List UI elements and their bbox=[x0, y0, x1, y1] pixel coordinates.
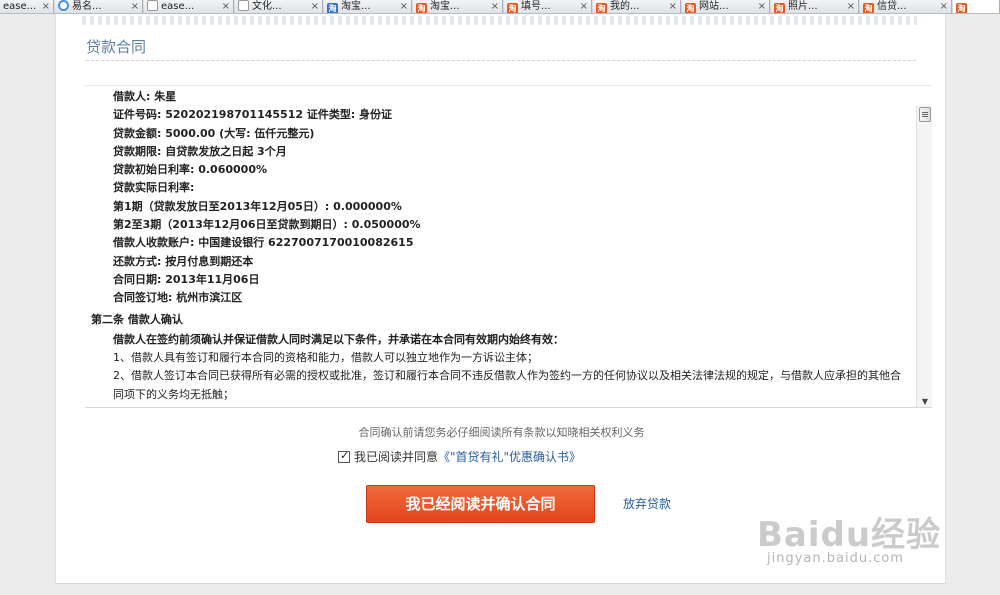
watermark-logo: Baidu经验 bbox=[757, 515, 942, 555]
tab-label: 易名... bbox=[72, 1, 102, 12]
watermark-url: jingyan.baidu.com bbox=[767, 551, 904, 566]
scroll-down-arrow-icon[interactable]: ▼ bbox=[920, 397, 930, 407]
browser-tab[interactable]: ease... × bbox=[144, 0, 234, 13]
browser-tab[interactable]: 淘信贷... × bbox=[860, 0, 952, 13]
site-favicon-icon bbox=[58, 0, 69, 11]
contract-line: 第1期（贷款发放日至2013年12月05日）: 0.000000% bbox=[113, 199, 402, 213]
scrollbar-thumb[interactable] bbox=[919, 107, 931, 122]
tab-close-icon[interactable]: × bbox=[42, 0, 50, 13]
taobao-favicon-icon: 淘 bbox=[863, 3, 874, 13]
tab-close-icon[interactable]: × bbox=[222, 0, 230, 13]
browser-tab[interactable]: 淘照片... × bbox=[771, 0, 859, 13]
agree-checkbox[interactable] bbox=[338, 449, 350, 463]
browser-tab[interactable]: 文化... × bbox=[235, 0, 323, 13]
document-icon bbox=[147, 0, 158, 11]
contract-text: 借款人: 朱星 证件号码: 520202198701145512 证件类型: 身… bbox=[91, 88, 906, 404]
confirm-contract-button[interactable]: 我已经阅读并确认合同 bbox=[366, 485, 595, 523]
browser-tab[interactable]: 易名... × bbox=[55, 0, 143, 13]
browser-tab[interactable]: 淘我的... × bbox=[593, 0, 681, 13]
taobao-favicon-icon: 淘 bbox=[416, 3, 427, 13]
browser-tab[interactable]: 淘淘宝... × bbox=[324, 0, 412, 13]
agree-label: 我已阅读并同意 bbox=[354, 450, 439, 464]
agreement-row: 我已阅读并同意《"首贷有礼"优惠确认书》 bbox=[338, 448, 581, 464]
tab-close-icon[interactable]: × bbox=[669, 0, 677, 13]
contract-scroll-box[interactable]: 借款人: 朱星 证件号码: 520202198701145512 证件类型: 身… bbox=[85, 85, 932, 408]
taobao-favicon-icon: 淘 bbox=[956, 3, 967, 13]
contract-line: 借款人: 朱星 bbox=[113, 90, 177, 103]
tab-label: ease... bbox=[161, 1, 195, 12]
contract-clause: 2、借款人签订本合同已获得所有必需的授权或批准，签订和履行本合同不违反借款人作为… bbox=[113, 369, 901, 401]
tab-close-icon[interactable]: × bbox=[940, 0, 948, 13]
page-title: 贷款合同 bbox=[86, 38, 147, 56]
tab-close-icon[interactable]: × bbox=[131, 0, 139, 13]
contract-line: 贷款实际日利率: bbox=[113, 181, 195, 195]
contract-line: 证件号码: 520202198701145512 证件类型: 身份证 bbox=[113, 108, 393, 122]
taobao-favicon-icon: 淘 bbox=[774, 3, 785, 13]
browser-tab[interactable]: 淘网站... × bbox=[682, 0, 770, 13]
contract-line: 贷款金额: 5000.00 (大写: 伍仟元整元) bbox=[113, 126, 315, 140]
abandon-loan-link[interactable]: 放弃贷款 bbox=[623, 495, 671, 512]
tab-label: ease... bbox=[3, 1, 37, 12]
contract-line: 贷款期限: 自贷款发放之日起 3个月 bbox=[113, 144, 287, 158]
divider bbox=[86, 60, 916, 61]
tab-label: 信贷... bbox=[877, 1, 907, 12]
browser-tab-active[interactable]: 淘 bbox=[953, 0, 1000, 13]
baidu-watermark: Baidu经验 jingyan.baidu.com bbox=[757, 485, 997, 585]
contract-line: 还款方式: 按月付息到期还本 bbox=[113, 254, 254, 268]
contract-clause: 1、借款人具有签订和履行本合同的资格和能力，借款人可以独立地作为一方诉讼主体； bbox=[113, 351, 538, 365]
tab-close-icon[interactable]: × bbox=[491, 0, 499, 13]
tab-close-icon[interactable]: × bbox=[758, 0, 766, 13]
agreement-link[interactable]: 《"首贷有礼"优惠确认书》 bbox=[438, 450, 581, 464]
tab-label: 淘宝... bbox=[341, 1, 371, 12]
browser-tab[interactable]: 淘淘宝... × bbox=[413, 0, 503, 13]
taobao-favicon-icon: 淘 bbox=[685, 3, 696, 13]
read-notice: 合同确认前请您务必仔细阅读所有条款以知晓相关权利义务 bbox=[358, 426, 645, 439]
contract-line: 合同日期: 2013年11月06日 bbox=[113, 272, 260, 286]
tab-label: 文化... bbox=[252, 1, 282, 12]
taobao-favicon-icon: 淘 bbox=[507, 3, 518, 13]
section-intro: 借款人在签约前须确认并保证借款人同时满足以下条件，并承诺在本合同有效期内始终有效… bbox=[113, 332, 564, 346]
section-heading: 第二条 借款人确认 bbox=[91, 312, 183, 326]
document-icon bbox=[238, 0, 249, 11]
decorative-border bbox=[82, 16, 917, 25]
tab-close-icon[interactable]: × bbox=[311, 0, 319, 13]
browser-tab-strip: ease... × 易名... × ease... × 文化... × 淘淘宝.… bbox=[0, 0, 1000, 14]
tab-close-icon[interactable]: × bbox=[580, 0, 588, 13]
taobao-favicon-icon: 淘 bbox=[596, 3, 607, 13]
tab-close-icon[interactable]: × bbox=[847, 0, 855, 13]
browser-tab[interactable]: ease... × bbox=[0, 0, 54, 13]
contract-line: 合同签订地: 杭州市滨江区 bbox=[113, 291, 243, 305]
tab-label: 填号... bbox=[521, 1, 551, 12]
contract-line: 贷款初始日利率: 0.060000% bbox=[113, 163, 268, 177]
contract-line: 借款人收款账户: 中国建设银行 6227007170010082615 bbox=[113, 236, 414, 250]
contract-line: 第2至3期（2013年12月06日至贷款到期日）: 0.050000% bbox=[113, 218, 421, 232]
browser-tab[interactable]: 淘填号... × bbox=[504, 0, 592, 13]
tab-label: 网站... bbox=[699, 1, 729, 12]
taobao-favicon-icon: 淘 bbox=[327, 3, 338, 13]
tab-label: 淘宝... bbox=[430, 1, 460, 12]
tab-label: 我的... bbox=[610, 1, 640, 12]
vertical-scrollbar[interactable]: ▼ bbox=[916, 105, 932, 407]
tab-label: 照片... bbox=[788, 1, 818, 12]
tab-close-icon[interactable]: × bbox=[400, 0, 408, 13]
